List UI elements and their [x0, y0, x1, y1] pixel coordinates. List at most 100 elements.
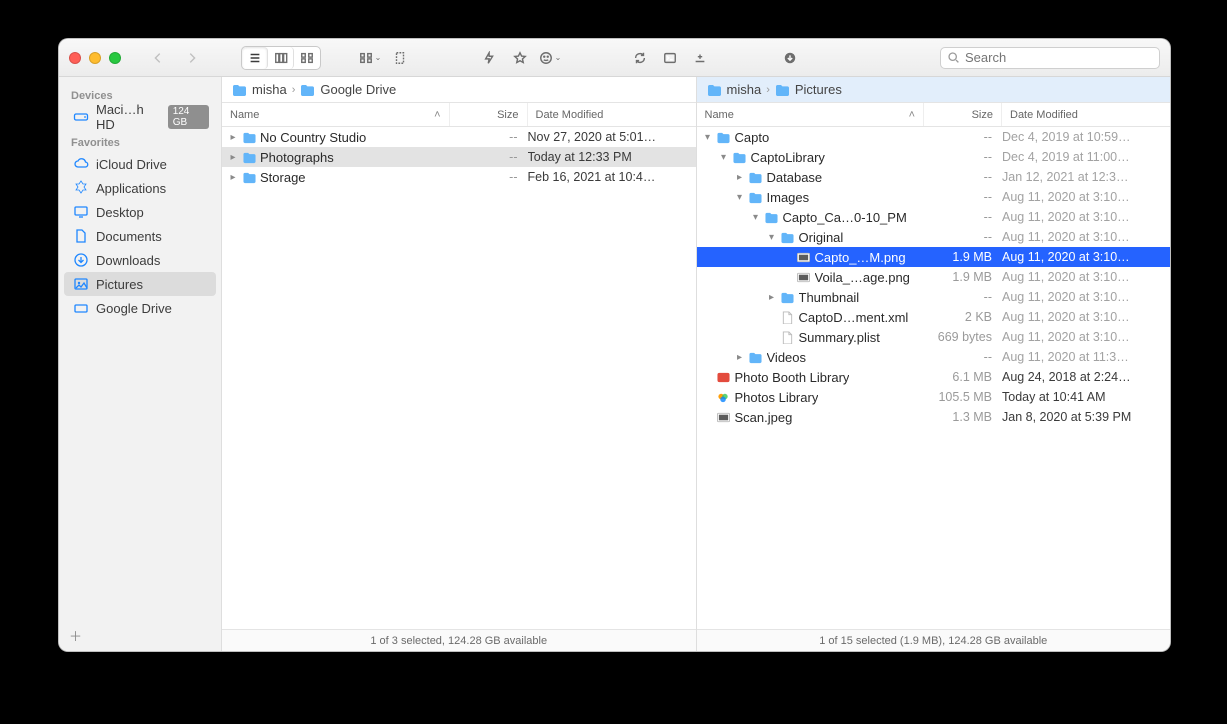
sidebar-item-downloads[interactable]: Downloads [59, 248, 221, 272]
image-file-icon [716, 410, 732, 424]
file-row[interactable]: ▸ No Country Studio -- Nov 27, 2020 at 5… [222, 127, 696, 147]
photos-library-icon [716, 390, 732, 404]
file-name: CaptoD…ment.xml [799, 310, 909, 325]
file-row[interactable]: Scan.jpeg 1.3 MB Jan 8, 2020 at 5:39 PM [697, 407, 1171, 427]
breadcrumb-segment[interactable]: misha [727, 82, 762, 97]
group-by-button[interactable]: ⌄ [357, 47, 383, 69]
file-date: Aug 11, 2020 at 3:10… [1002, 230, 1170, 244]
file-name: Photo Booth Library [735, 370, 850, 385]
file-row[interactable]: ▾ Original -- Aug 11, 2020 at 3:10… [697, 227, 1171, 247]
hdd-icon [73, 109, 89, 125]
status-bar: 1 of 15 selected (1.9 MB), 124.28 GB ava… [697, 629, 1171, 651]
list-view-button[interactable] [242, 47, 268, 69]
disclosure-triangle-icon[interactable]: ▸ [735, 352, 745, 363]
file-row[interactable]: ▸ Database -- Jan 12, 2021 at 12:3… [697, 167, 1171, 187]
sort-asc-icon: ˄ [434, 109, 440, 121]
file-row[interactable]: Photos Library 105.5 MB Today at 10:41 A… [697, 387, 1171, 407]
sidebar-item-applications[interactable]: Applications [59, 176, 221, 200]
file-date: Aug 11, 2020 at 3:10… [1002, 190, 1170, 204]
terminal-icon[interactable] [657, 47, 683, 69]
sidebar-item-google-drive[interactable]: Google Drive [59, 296, 221, 320]
file-size: -- [450, 130, 528, 144]
folder-icon [300, 83, 315, 96]
new-file-button[interactable] [387, 47, 413, 69]
view-mode-segment [241, 46, 321, 70]
disk-space-badge: 124 GB [168, 105, 209, 129]
file-date: Today at 10:41 AM [1002, 390, 1170, 404]
disclosure-triangle-icon[interactable]: ▸ [767, 292, 777, 303]
column-header-size[interactable]: Size [924, 103, 1002, 126]
file-name: Photographs [260, 150, 334, 165]
file-row[interactable]: ▸ Videos -- Aug 11, 2020 at 11:3… [697, 347, 1171, 367]
minimize-window-button[interactable] [89, 52, 101, 64]
file-row[interactable]: Photo Booth Library 6.1 MB Aug 24, 2018 … [697, 367, 1171, 387]
path-bar: misha›Pictures [697, 77, 1171, 103]
disclosure-triangle-icon[interactable]: ▸ [735, 172, 745, 183]
file-row[interactable]: ▸ Photographs -- Today at 12:33 PM [222, 147, 696, 167]
download-circle-icon[interactable] [777, 47, 803, 69]
file-size: 2 KB [924, 310, 1002, 324]
forward-button[interactable] [179, 47, 205, 69]
disclosure-triangle-icon[interactable]: ▾ [703, 132, 713, 143]
disclosure-triangle-icon[interactable]: ▾ [767, 232, 777, 243]
breadcrumb-segment[interactable]: misha [252, 82, 287, 97]
file-row[interactable]: Summary.plist 669 bytes Aug 11, 2020 at … [697, 327, 1171, 347]
folder-icon [732, 150, 748, 164]
column-header-name[interactable]: Name˄ [697, 103, 925, 126]
disclosure-triangle-icon[interactable]: ▸ [228, 172, 238, 183]
image-file-icon [796, 250, 812, 264]
disclosure-triangle-icon[interactable]: ▾ [751, 212, 761, 223]
column-header-date[interactable]: Date Modified [528, 103, 696, 126]
file-date: Aug 24, 2018 at 2:24… [1002, 370, 1170, 384]
file-row[interactable]: ▸ Thumbnail -- Aug 11, 2020 at 3:10… [697, 287, 1171, 307]
file-size: 105.5 MB [924, 390, 1002, 404]
breadcrumb-segment[interactable]: Google Drive [320, 82, 396, 97]
sidebar-item-desktop[interactable]: Desktop [59, 200, 221, 224]
close-window-button[interactable] [69, 52, 81, 64]
folder-icon [764, 210, 780, 224]
file-size: -- [450, 170, 528, 184]
column-header-name[interactable]: Name˄ [222, 103, 450, 126]
add-tab-icon[interactable] [687, 47, 713, 69]
file-icon [780, 310, 796, 324]
column-view-button[interactable] [268, 47, 294, 69]
sidebar-item-pictures[interactable]: Pictures [64, 272, 216, 296]
quick-action-icon[interactable] [477, 47, 503, 69]
search-field[interactable] [940, 47, 1160, 69]
disclosure-triangle-icon[interactable]: ▸ [228, 152, 238, 163]
file-size: -- [924, 130, 1002, 144]
sidebar-header-favorites: Favorites [59, 129, 221, 152]
file-list[interactable]: ▾ Capto -- Dec 4, 2019 at 10:59… ▾ Capto… [697, 127, 1171, 629]
file-row[interactable]: Capto_…M.png 1.9 MB Aug 11, 2020 at 3:10… [697, 247, 1171, 267]
file-row[interactable]: CaptoD…ment.xml 2 KB Aug 11, 2020 at 3:1… [697, 307, 1171, 327]
zoom-window-button[interactable] [109, 52, 121, 64]
search-input[interactable] [965, 50, 1153, 65]
file-list[interactable]: ▸ No Country Studio -- Nov 27, 2020 at 5… [222, 127, 696, 629]
emoji-icon[interactable]: ⌄ [537, 47, 563, 69]
column-header-date[interactable]: Date Modified [1002, 103, 1170, 126]
sidebar-item-icloud[interactable]: iCloud Drive [59, 152, 221, 176]
back-button[interactable] [145, 47, 171, 69]
file-row[interactable]: ▾ Capto_Ca…0-10_PM -- Aug 11, 2020 at 3:… [697, 207, 1171, 227]
sidebar-add-button[interactable]: ＋ [59, 620, 221, 651]
breadcrumb-segment[interactable]: Pictures [795, 82, 842, 97]
disclosure-triangle-icon[interactable]: ▾ [735, 192, 745, 203]
gallery-view-button[interactable] [294, 47, 320, 69]
desktop-icon [73, 204, 89, 220]
file-row[interactable]: ▸ Storage -- Feb 16, 2021 at 10:4… [222, 167, 696, 187]
file-row[interactable]: ▾ Capto -- Dec 4, 2019 at 10:59… [697, 127, 1171, 147]
sort-asc-icon: ˄ [909, 109, 915, 121]
disclosure-triangle-icon[interactable]: ▸ [228, 132, 238, 143]
column-header-size[interactable]: Size [450, 103, 528, 126]
sidebar-item-documents[interactable]: Documents [59, 224, 221, 248]
file-row[interactable]: Voila_…age.png 1.9 MB Aug 11, 2020 at 3:… [697, 267, 1171, 287]
file-name: Videos [767, 350, 807, 365]
sync-icon[interactable] [627, 47, 653, 69]
folder-icon [241, 130, 257, 144]
tag-star-icon[interactable] [507, 47, 533, 69]
file-row[interactable]: ▾ Images -- Aug 11, 2020 at 3:10… [697, 187, 1171, 207]
sidebar-item-macintosh-hd[interactable]: Maci…h HD 124 GB [59, 105, 221, 129]
file-row[interactable]: ▾ CaptoLibrary -- Dec 4, 2019 at 11:00… [697, 147, 1171, 167]
disclosure-triangle-icon[interactable]: ▾ [719, 152, 729, 163]
window-controls [69, 52, 121, 64]
